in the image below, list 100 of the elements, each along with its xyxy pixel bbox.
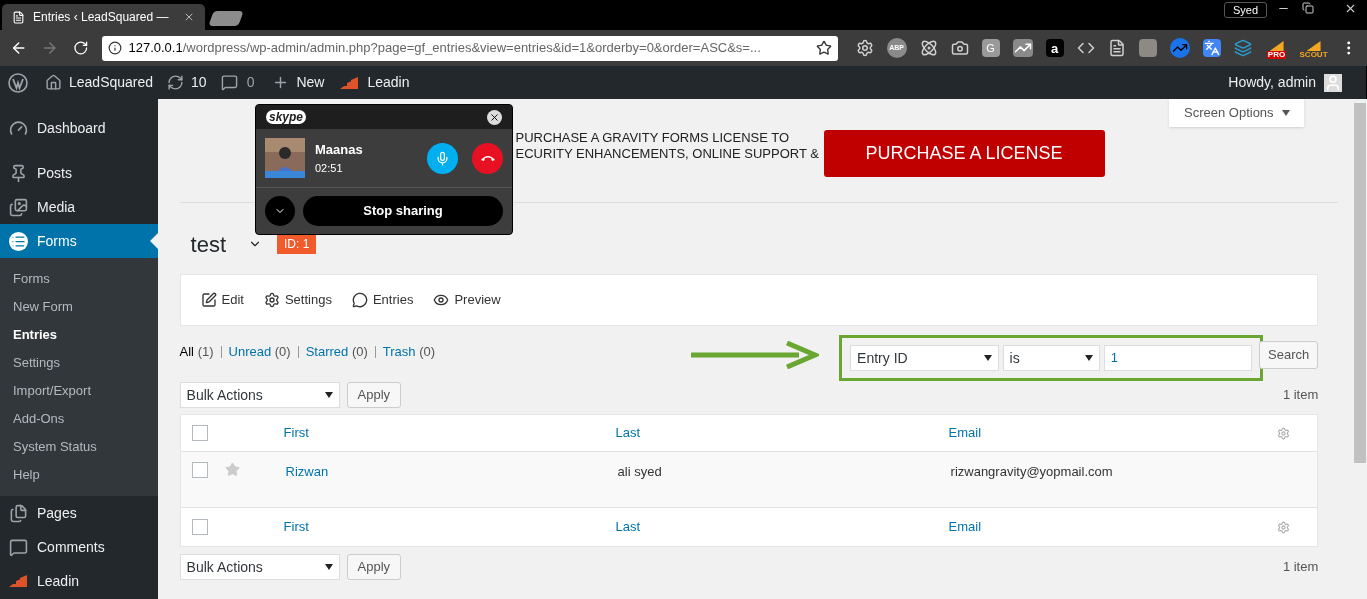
sidebar-item[interactable]: Posts xyxy=(0,156,158,190)
extension-icon[interactable] xyxy=(1138,39,1157,57)
checkbox[interactable] xyxy=(191,519,208,535)
toolbar-link[interactable]: Edit xyxy=(200,290,244,310)
banner-text: PURCHASE A GRAVITY FORMS LICENSE TO xyxy=(515,130,791,146)
bulk-actions-select[interactable]: Bulk Actions xyxy=(179,554,340,580)
chart-icon[interactable] xyxy=(1012,39,1033,57)
item-count: 1 item xyxy=(1282,386,1319,405)
wordpress-logo[interactable] xyxy=(8,72,28,93)
submenu-item[interactable]: Entries xyxy=(0,321,158,349)
column-header[interactable]: Last xyxy=(615,423,641,443)
search-input[interactable]: 1 xyxy=(1103,345,1253,371)
close-icon[interactable] xyxy=(183,11,195,23)
site-link[interactable]: LeadSquared xyxy=(45,72,154,93)
reload-icon[interactable] xyxy=(72,40,89,56)
close-window-icon[interactable] xyxy=(1344,2,1357,15)
column-footer[interactable]: Last xyxy=(615,517,641,537)
page-icon xyxy=(12,10,25,24)
comment-icon xyxy=(9,537,28,557)
sidebar-item[interactable]: Dashboard xyxy=(0,111,158,145)
sidebar-item[interactable]: Forms xyxy=(0,224,158,258)
edit-icon xyxy=(200,292,217,308)
tab-title: Entries ‹ LeadSquared — xyxy=(33,9,169,26)
new-tab-button[interactable] xyxy=(208,11,244,26)
toolbar-link[interactable]: Settings xyxy=(263,290,332,310)
address-field[interactable]: 127.0.0.1/wordpress/wp-admin/admin.php?page=gf_entries&view=entries&id=1&orderby=0&order=ASC&s=... xyxy=(102,35,838,61)
translate-icon[interactable] xyxy=(1202,39,1221,57)
column-footer[interactable]: First xyxy=(283,517,309,537)
profile-button[interactable]: Syed xyxy=(1223,2,1267,18)
field-select[interactable]: Entry ID xyxy=(850,345,999,371)
stop-sharing-button[interactable]: Stop sharing xyxy=(303,196,503,226)
caret-icon xyxy=(1084,355,1093,361)
gear-icon[interactable] xyxy=(855,39,874,57)
submenu-item[interactable]: System Status xyxy=(0,433,158,461)
refresh-icon xyxy=(167,74,185,91)
bars-icon xyxy=(340,76,360,89)
pin-icon xyxy=(9,163,28,183)
comment-icon xyxy=(220,74,238,91)
bookmark-star-icon[interactable] xyxy=(815,40,832,56)
purchase-license-button[interactable]: PURCHASE A LICENSE xyxy=(823,130,1105,177)
sidebar-item[interactable]: Pages xyxy=(0,496,158,530)
camera-icon[interactable] xyxy=(950,39,969,57)
close-icon[interactable] xyxy=(487,109,502,125)
column-header[interactable]: Email xyxy=(948,423,982,443)
new-link[interactable]: New xyxy=(272,72,325,93)
forms-icon xyxy=(9,231,28,251)
toolbar-link[interactable]: Entries xyxy=(351,290,414,310)
filter-link[interactable]: Unread (0) xyxy=(228,342,291,362)
submenu-item[interactable]: Settings xyxy=(0,349,158,377)
url-text: 127.0.0.1/wordpress/wp-admin/admin.php?page=gf_entries&view=entries&id=1&orderby=0&order=ASC&s=... xyxy=(128,39,761,58)
operator-select[interactable]: is xyxy=(1002,345,1100,371)
sidebar-item[interactable]: Comments xyxy=(0,530,158,564)
submenu-item[interactable]: Help xyxy=(0,461,158,489)
hang-up-button[interactable] xyxy=(472,142,503,174)
bars-icon xyxy=(9,575,28,587)
toolbar-link[interactable]: Preview xyxy=(433,290,501,310)
comments-link[interactable]: 0 xyxy=(220,72,255,93)
first-name-link[interactable]: Rizwan xyxy=(285,462,329,482)
plugin-link[interactable]: Leadin xyxy=(340,72,410,93)
checkbox[interactable] xyxy=(191,462,208,478)
extension-icon[interactable]: a xyxy=(1045,39,1064,57)
browser-tab[interactable]: Entries ‹ LeadSquared — xyxy=(2,4,205,30)
pages-icon xyxy=(9,503,28,523)
checkbox[interactable] xyxy=(191,425,208,441)
submenu-item[interactable]: Forms xyxy=(0,265,158,293)
apply-button[interactable]: Apply xyxy=(346,554,402,580)
microphone-button[interactable] xyxy=(427,142,458,174)
call-duration: 02:51 xyxy=(315,160,344,176)
filter-link[interactable]: Trash (0) xyxy=(382,342,436,362)
apply-button[interactable]: Apply xyxy=(346,382,402,408)
caret-icon xyxy=(1281,110,1290,116)
screen-options-tab[interactable]: Screen Options xyxy=(1169,99,1305,127)
submenu-item[interactable]: Add-Ons xyxy=(0,405,158,433)
stack-icon[interactable] xyxy=(1233,39,1252,57)
search-button[interactable]: Search xyxy=(1259,341,1319,369)
home-icon xyxy=(45,74,62,91)
submenu-item[interactable]: New Form xyxy=(0,293,158,321)
column-footer[interactable]: Email xyxy=(948,517,982,537)
restore-icon[interactable] xyxy=(1302,2,1314,14)
atom-icon[interactable] xyxy=(919,39,938,57)
eye-icon xyxy=(433,292,450,308)
item-count: 1 item xyxy=(1282,558,1319,577)
sidebar-item[interactable]: Leadin xyxy=(0,564,158,598)
form-id-badge: ID: 1 xyxy=(277,234,317,254)
skype-logo: skype xyxy=(266,110,307,124)
account-link[interactable]: Howdy, admin xyxy=(1228,72,1342,93)
star-icon[interactable] xyxy=(224,462,240,477)
caret-icon xyxy=(324,392,333,398)
filter-link[interactable]: All (1) xyxy=(179,342,214,362)
filter-link[interactable]: Starred (0) xyxy=(305,342,368,362)
trend-icon[interactable] xyxy=(1169,38,1190,58)
scrollbar-thumb[interactable] xyxy=(1354,103,1367,463)
document-icon[interactable] xyxy=(1107,39,1126,57)
phone-icon xyxy=(479,154,496,162)
sidebar-item[interactable]: Media xyxy=(0,190,158,224)
bulk-actions-select[interactable]: Bulk Actions xyxy=(179,382,340,408)
column-header[interactable]: First xyxy=(283,423,309,443)
submenu-item[interactable]: Import/Export xyxy=(0,377,158,405)
updates-link[interactable]: 10 xyxy=(167,72,207,93)
caller-name: Maanas xyxy=(315,141,363,159)
